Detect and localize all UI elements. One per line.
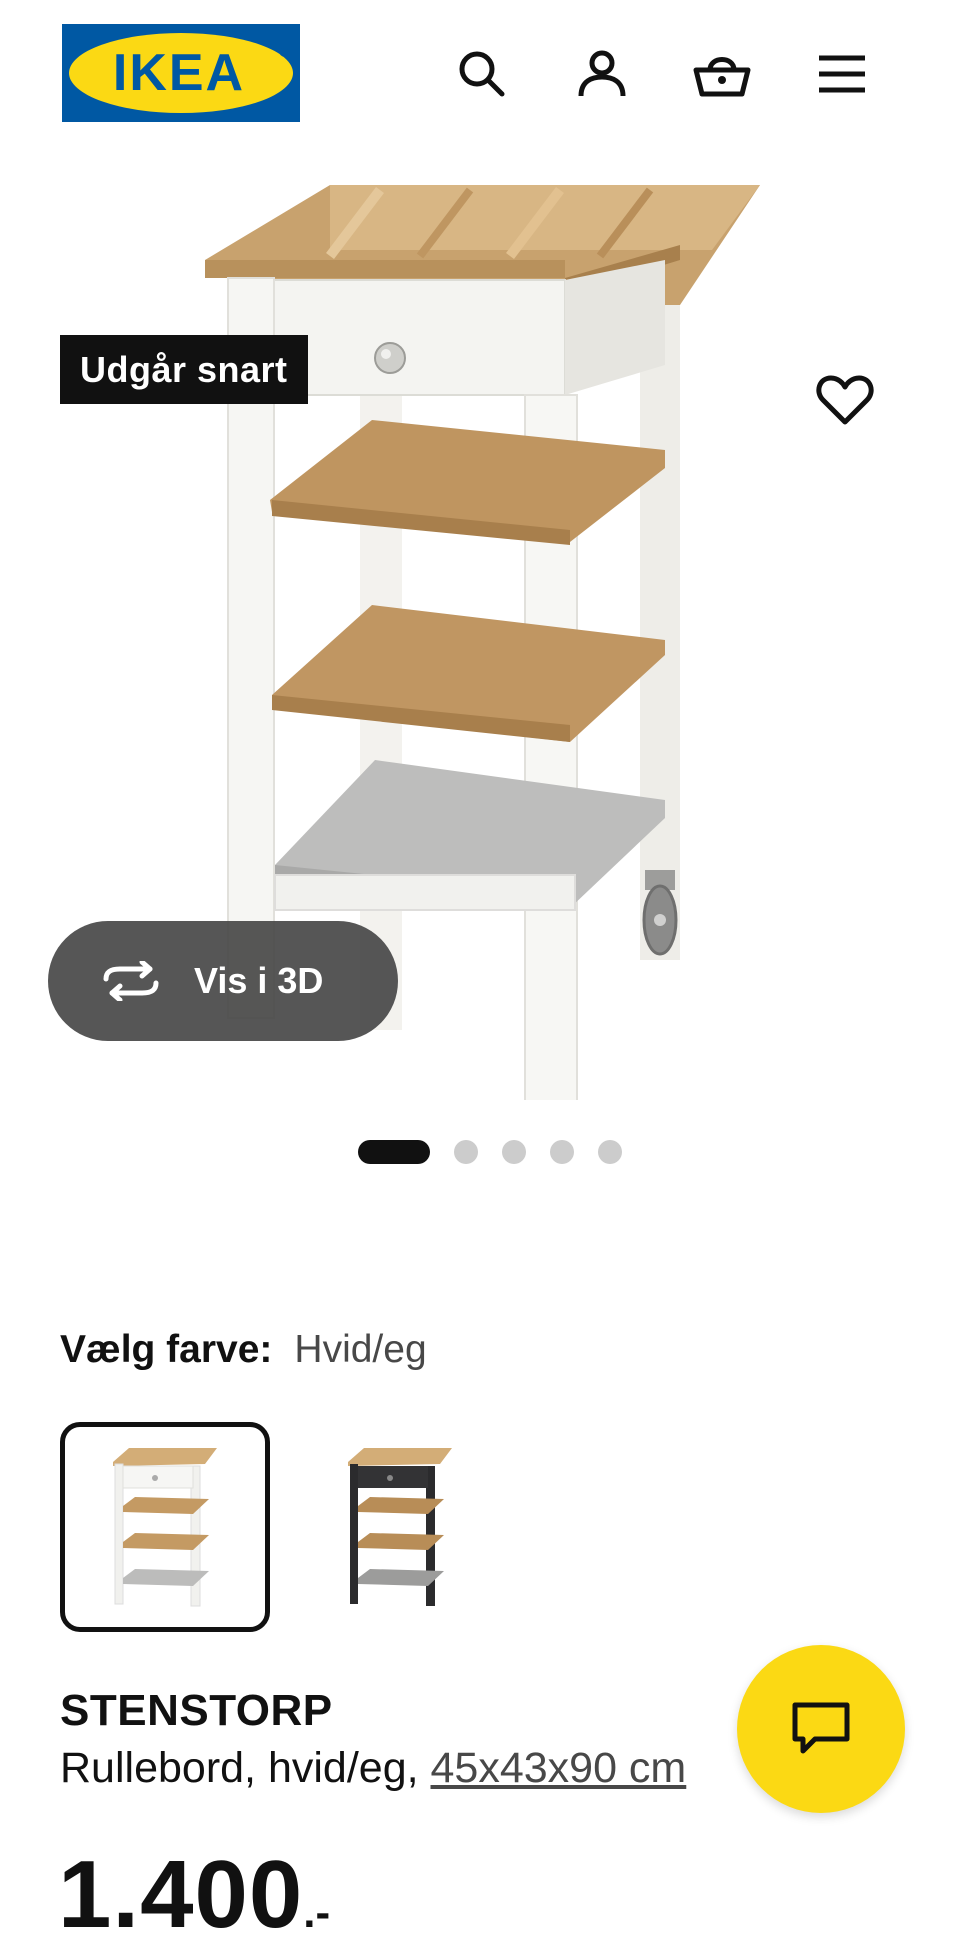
price-amount: 1.400 bbox=[58, 1841, 304, 1948]
gallery-dot[interactable] bbox=[454, 1140, 478, 1164]
gallery-pagination bbox=[0, 1138, 960, 1166]
chat-icon bbox=[792, 1702, 850, 1754]
selected-color-value: Hvid/eg bbox=[294, 1328, 427, 1371]
product-type: Rullebord, hvid/eg, bbox=[60, 1744, 431, 1792]
view-in-3d-label: Vis i 3D bbox=[194, 960, 324, 1001]
view-in-3d-button[interactable]: Vis i 3D bbox=[48, 921, 398, 1041]
product-description: Rullebord, hvid/eg, 45x43x90 cm bbox=[60, 1744, 760, 1793]
menu-icon[interactable] bbox=[812, 44, 872, 104]
basket-icon[interactable] bbox=[692, 44, 752, 104]
color-option-black-oak[interactable] bbox=[295, 1422, 505, 1632]
price-suffix: .- bbox=[303, 1888, 331, 1937]
choose-color-label: Vælg farve: bbox=[60, 1328, 273, 1371]
heart-icon bbox=[816, 375, 874, 425]
gallery-dot[interactable] bbox=[598, 1140, 622, 1164]
rotate-3d-icon bbox=[100, 961, 164, 1001]
search-icon[interactable] bbox=[452, 44, 512, 104]
product-name: STENSTORP bbox=[60, 1686, 333, 1735]
header: IKEA bbox=[0, 0, 960, 150]
favorite-button[interactable] bbox=[800, 355, 890, 445]
gallery-dot[interactable] bbox=[502, 1140, 526, 1164]
ikea-logo[interactable]: IKEA bbox=[62, 24, 300, 122]
svg-text:IKEA: IKEA bbox=[113, 44, 245, 102]
gallery-dot[interactable] bbox=[358, 1140, 430, 1164]
chat-button[interactable] bbox=[737, 1645, 905, 1813]
account-icon[interactable] bbox=[572, 44, 632, 104]
gallery-dot[interactable] bbox=[550, 1140, 574, 1164]
color-selector-label: Vælg farve: Hvid/eg bbox=[60, 1328, 427, 1372]
color-option-white-oak[interactable] bbox=[60, 1422, 270, 1632]
product-price: 1.400 .- bbox=[58, 1845, 330, 1945]
product-size-link[interactable]: 45x43x90 cm bbox=[431, 1744, 687, 1792]
status-badge: Udgår snart bbox=[60, 335, 308, 404]
